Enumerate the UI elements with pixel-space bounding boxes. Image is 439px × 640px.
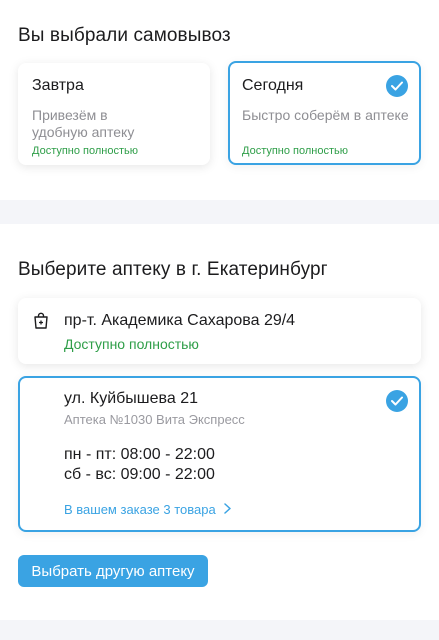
pharmacy-address: пр-т. Академика Сахарова 29/4 (64, 312, 296, 329)
option-today[interactable]: Сегодня Быстро соберём в аптеке Доступно… (228, 61, 421, 165)
pharmacy-name: Аптека №1030 Вита Экспресс (64, 412, 245, 427)
option-tomorrow[interactable]: Завтра Привезём в удобную аптеку Доступн… (18, 63, 210, 165)
pharmacy-card-sakharova[interactable]: пр-т. Академика Сахарова 29/4 Доступно п… (18, 298, 421, 364)
option-today-title: Сегодня (242, 77, 304, 94)
chevron-right-icon (223, 502, 231, 517)
option-tomorrow-availability: Доступно полностью (32, 145, 139, 157)
pickup-title: Вы выбрали самовывоз (18, 25, 231, 46)
option-today-availability: Доступно полностью (242, 145, 349, 157)
section-divider (0, 200, 439, 224)
option-tomorrow-desc-line1: Привезём в (32, 107, 108, 123)
option-today-desc: Быстро соберём в аптеке (242, 107, 409, 123)
option-tomorrow-desc-line2: удобную аптеку (32, 124, 135, 140)
check-icon (386, 75, 408, 97)
pharmacy-card-kuybysheva[interactable]: ул. Куйбышева 21 Аптека №1030 Вита Экспр… (18, 376, 421, 532)
bag-icon (34, 312, 48, 329)
option-tomorrow-title: Завтра (32, 77, 84, 94)
order-items-link[interactable]: В вашем заказе 3 товара (64, 502, 231, 517)
check-icon (386, 390, 408, 412)
hours-weekdays: пн - пт: 08:00 - 22:00 (64, 446, 215, 463)
hours-weekend: сб - вс: 09:00 - 22:00 (64, 466, 215, 483)
pickup-section: Вы выбрали самовывоз Завтра Привезём в у… (0, 0, 439, 200)
pharmacy-title: Выберите аптеку в г. Екатеринбург (18, 259, 328, 280)
pharmacy-address: ул. Куйбышева 21 (64, 390, 198, 407)
bottom-band (0, 620, 439, 640)
order-items-link-label: В вашем заказе 3 товара (64, 502, 216, 517)
pharmacy-availability: Доступно полностью (64, 336, 199, 352)
choose-other-pharmacy-button[interactable]: Выбрать другую аптеку (18, 555, 208, 587)
